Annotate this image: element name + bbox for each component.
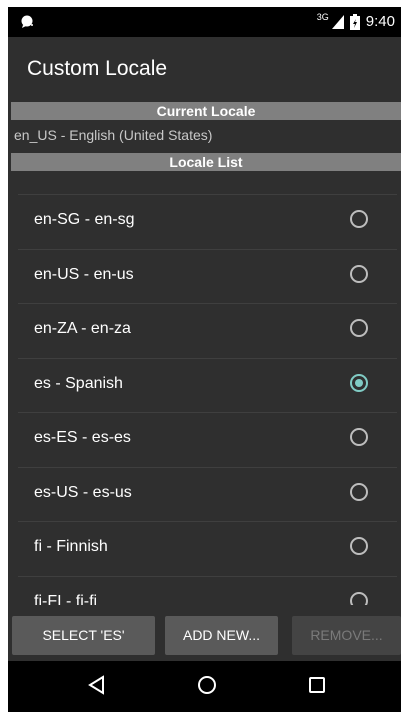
locale-list-item[interactable]: fi - Finnish	[18, 521, 397, 576]
locale-list-item[interactable]: fi-FI - fi-fi	[18, 575, 397, 606]
locale-item-label: en-ZA - en-za	[34, 320, 131, 337]
current-locale-header: Current Locale	[11, 102, 401, 120]
back-icon[interactable]	[86, 674, 108, 696]
radio-unchecked-icon[interactable]	[350, 537, 368, 555]
locale-item-label: en-SG - en-sg	[34, 211, 135, 228]
radio-unchecked-icon[interactable]	[350, 591, 368, 605]
radio-unchecked-icon[interactable]	[350, 210, 368, 228]
locale-item-label: es-ES - es-es	[34, 429, 131, 446]
locale-list: en-SG - en-sg en-US - en-us en-ZA - en-za e…	[18, 194, 397, 605]
locale-list-item[interactable]: es - Spanish	[18, 357, 397, 413]
locale-item-label: es - Spanish	[34, 374, 123, 392]
locale-list-item[interactable]: es-ES - es-es	[18, 412, 397, 467]
home-icon[interactable]	[196, 674, 218, 696]
radio-unchecked-icon[interactable]	[350, 482, 368, 501]
device-screen: 3G 9:40 Custom Locale Current Locale en_…	[8, 7, 401, 712]
locale-item-label: es-US - es-us	[34, 483, 132, 501]
network-type: 3G	[316, 11, 329, 22]
locale-item-label: fi-FI - fi-fi	[34, 592, 98, 606]
radio-unchecked-icon[interactable]	[350, 319, 368, 337]
locale-list-item[interactable]: en-ZA - en-za	[18, 303, 397, 358]
locale-item-label: fi - Finnish	[34, 538, 108, 555]
app-bar: Custom Locale	[8, 37, 401, 100]
locale-list-item[interactable]: en-SG - en-sg	[18, 194, 397, 249]
locale-list-header: Locale List	[11, 153, 401, 171]
status-time: 9:40	[365, 13, 395, 30]
radio-unchecked-icon[interactable]	[350, 428, 368, 446]
battery-icon	[349, 13, 360, 30]
recents-icon[interactable]	[306, 674, 328, 696]
status-bar: 3G 9:40	[8, 7, 401, 37]
locale-list-item[interactable]: en-US - en-us	[18, 248, 397, 304]
select-button[interactable]: SELECT 'ES'	[12, 616, 155, 655]
radio-unchecked-icon[interactable]	[350, 264, 368, 283]
add-new-button[interactable]: ADD NEW...	[165, 616, 278, 655]
notification-icon	[21, 15, 33, 28]
locale-item-label: en-US - en-us	[34, 265, 134, 283]
remove-button[interactable]: REMOVE...	[292, 616, 401, 655]
navigation-bar	[8, 661, 401, 712]
app-title: Custom Locale	[27, 57, 168, 80]
current-locale-value: en_US - English (United States)	[14, 127, 213, 143]
signal-icon	[331, 14, 344, 29]
button-row: SELECT 'ES' ADD NEW... REMOVE...	[8, 616, 401, 656]
locale-list-item[interactable]: es-US - es-us	[18, 466, 397, 522]
radio-checked-icon[interactable]	[350, 373, 368, 392]
